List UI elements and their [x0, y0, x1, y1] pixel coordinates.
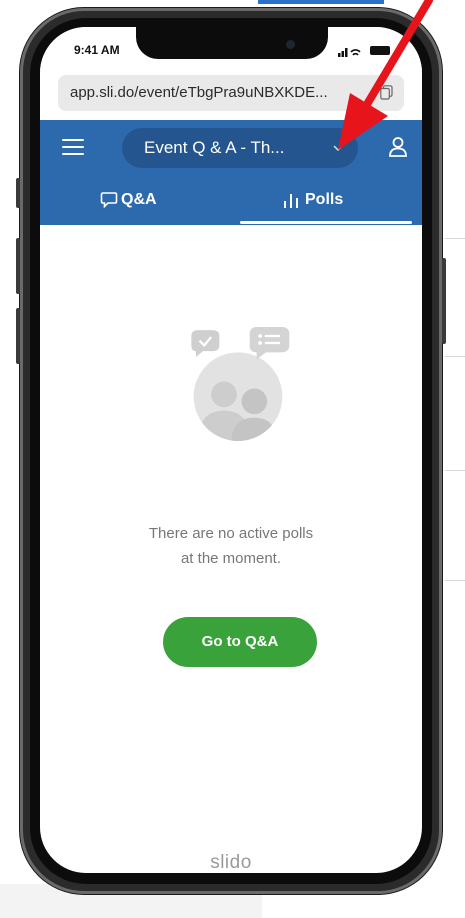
app-header: Event Q & A - Th...	[40, 120, 422, 175]
background-divider	[445, 470, 465, 471]
bar-chart-icon	[284, 194, 298, 208]
url-text[interactable]: app.sli.do/event/eTbgPra9uNBXKDE...	[70, 84, 328, 101]
tab-qa[interactable]: Q&A	[40, 175, 230, 225]
status-time: 9:41 AM	[74, 43, 120, 57]
go-to-qa-button[interactable]: Go to Q&A	[163, 617, 317, 667]
slido-logo: slido	[210, 852, 252, 873]
tab-polls-label: Polls	[305, 191, 344, 208]
speech-bubble-icon	[100, 192, 118, 209]
copy-icon[interactable]	[380, 85, 393, 100]
phone-screen: 9:41 AM app.sli.do/event/eTbgPra9uNBXKDE…	[40, 27, 422, 873]
empty-state-line-1: There are no active polls	[148, 525, 314, 542]
phone-side-button	[442, 258, 446, 344]
background-accent-bar	[258, 0, 384, 4]
chevron-down-icon	[333, 145, 343, 152]
tab-bar: Q&A Polls	[40, 175, 422, 225]
event-switcher-button[interactable]: Event Q & A - Th...	[122, 128, 358, 168]
active-tab-indicator	[240, 221, 412, 224]
background-divider	[445, 238, 465, 239]
camera-icon	[286, 40, 295, 49]
battery-icon	[370, 46, 390, 55]
signal-wifi-icon	[338, 48, 361, 57]
background-divider	[445, 580, 465, 581]
tab-qa-label: Q&A	[121, 191, 157, 208]
user-profile-icon[interactable]	[388, 136, 408, 158]
event-title: Event Q & A - Th...	[144, 138, 285, 157]
empty-state-message: There are no active polls at the moment.	[100, 521, 362, 571]
phone-notch	[136, 27, 328, 59]
hamburger-menu-icon[interactable]	[62, 139, 84, 157]
no-polls-illustration-icon	[191, 327, 290, 441]
address-bar[interactable]: app.sli.do/event/eTbgPra9uNBXKDE...	[58, 75, 404, 111]
phone-side-button	[16, 308, 20, 364]
tab-polls[interactable]: Polls	[230, 175, 422, 225]
phone-side-button	[16, 178, 20, 208]
phone-side-button	[16, 238, 20, 294]
empty-state-line-2: at the moment.	[180, 550, 282, 567]
background-divider	[445, 356, 465, 357]
